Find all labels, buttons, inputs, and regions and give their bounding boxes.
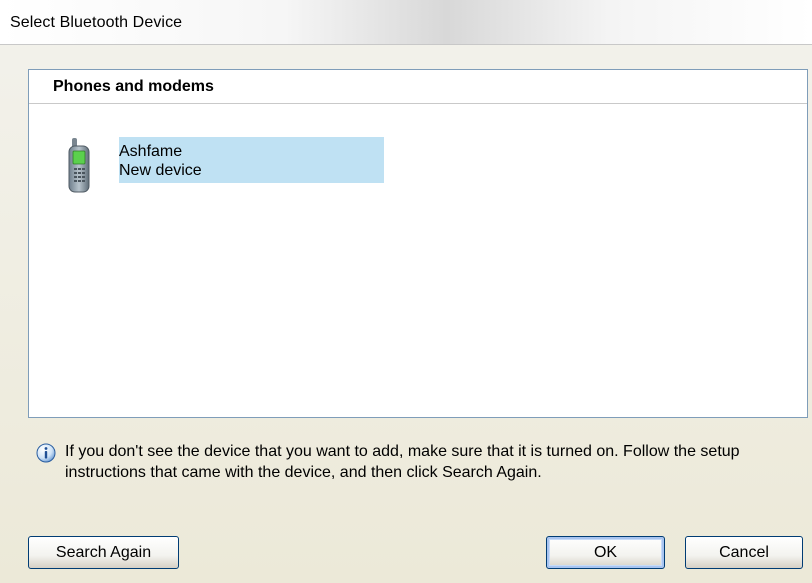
device-selection[interactable]: Ashfame New device <box>119 137 384 183</box>
ok-button[interactable]: OK <box>546 536 665 569</box>
bluetooth-dialog: Select Bluetooth Device Phones and modem… <box>0 0 812 583</box>
group-header: Phones and modems <box>29 70 807 104</box>
info-icon <box>36 443 56 463</box>
group-header-label: Phones and modems <box>53 78 214 95</box>
search-again-button[interactable]: Search Again <box>28 536 179 569</box>
device-list-panel: Phones and modems Ashfame New device <box>28 69 808 418</box>
title-bar[interactable]: Select Bluetooth Device <box>0 0 812 45</box>
info-text: If you don't see the device that you wan… <box>65 443 740 481</box>
cancel-button[interactable]: Cancel <box>685 536 803 569</box>
device-status: New device <box>119 162 202 179</box>
window-title: Select Bluetooth Device <box>10 14 183 31</box>
info-message: If you don't see the device that you wan… <box>36 441 806 489</box>
mobile-phone-icon <box>65 137 93 195</box>
device-name: Ashfame <box>119 143 183 160</box>
device-item-ashfame[interactable]: Ashfame New device <box>65 137 395 193</box>
